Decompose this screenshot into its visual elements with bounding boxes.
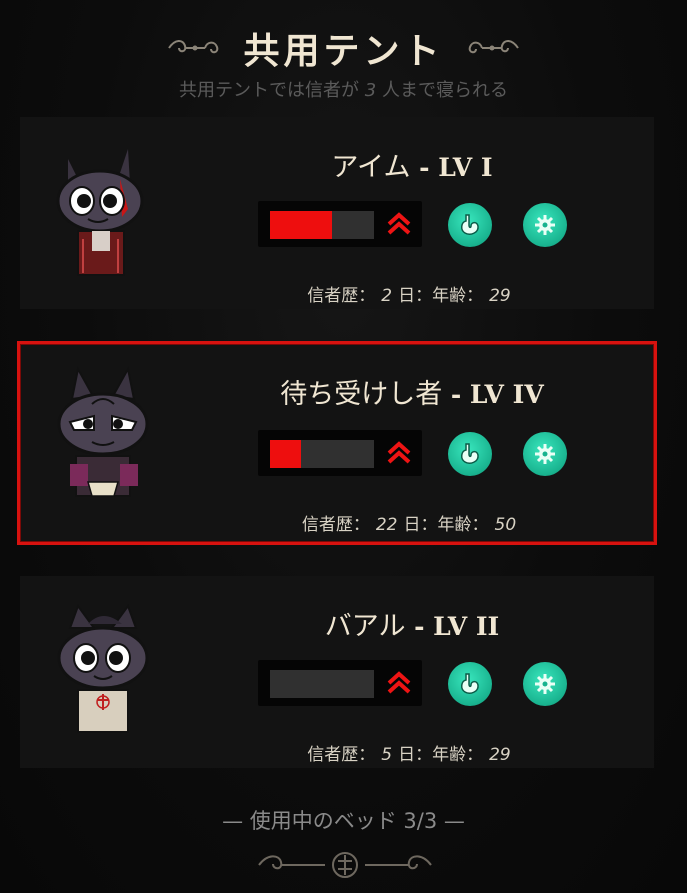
follower-age: 29 [489,745,511,765]
days-age-label: 日：年齢： [398,745,484,765]
stat-bar-track [270,211,374,239]
history-label: 信者歴： [307,286,376,306]
days-age-label: 日：年齢： [403,515,489,535]
follower-days: 2 [381,286,393,306]
follower-stats: 信者歴： 2 日：年齢： 29 [170,281,654,306]
follower-age: 50 [494,515,517,535]
stat-bar [258,430,422,476]
follower-avatar [57,603,149,733]
title-row: 共用テント [0,22,687,74]
gear-glyph-icon [535,674,555,694]
gear-icon[interactable] [523,203,567,247]
follower-name-text: アイム [331,152,411,183]
stat-bar-fill [270,440,302,468]
follower-days: 22 [375,515,398,535]
follower-name: バアル - LV II [170,604,654,643]
stomach-glyph-icon [461,673,479,694]
follower-stats: 信者歴： 22 日：年齢： 50 [170,510,654,535]
gear-glyph-icon [535,215,555,235]
bottom-ornament-icon [258,852,432,878]
subtitle-capacity: 3 [364,80,377,101]
follower-card-selected[interactable]: 待ち受けし者 - LV IV 信者歴： 22 日：年齢： 50 [17,341,657,545]
stat-bar-fill [270,211,333,239]
double-chevron-up-icon[interactable] [386,440,412,466]
follower-avatar [57,366,149,497]
gear-icon[interactable] [523,662,567,706]
left-flourish-icon [168,40,219,54]
follower-level: - LV I [419,153,493,182]
double-chevron-up-icon[interactable] [386,211,412,237]
follower-name: 待ち受けし者 - LV IV [170,372,654,411]
beds-in-use: — 使用中のベッド 3/3 — [222,809,465,833]
stat-bar-track [270,440,374,468]
stat-bar [258,201,422,247]
gear-glyph-icon [535,444,555,464]
follower-avatar [56,149,144,276]
stomach-glyph-icon [461,443,479,464]
stat-bar [258,660,422,706]
history-label: 信者歴： [307,745,376,765]
follower-age: 29 [489,286,511,306]
right-flourish-icon [468,40,519,54]
stomach-icon[interactable] [448,432,492,476]
stomach-icon[interactable] [448,203,492,247]
subtitle-text-post: 人まで寝られる [381,80,508,101]
stomach-icon[interactable] [448,662,492,706]
double-chevron-up-icon[interactable] [386,670,412,696]
follower-card[interactable]: バアル - LV II 信者歴： 5 日：年齢： 29 [20,576,654,768]
stat-bar-track [270,670,374,698]
follower-days: 5 [381,745,393,765]
follower-name-text: 待ち受けし者 [280,379,443,410]
follower-stats: 信者歴： 5 日：年齢： 29 [170,740,654,765]
days-age-label: 日：年齢： [398,286,484,306]
page-title: 共用テント [243,31,444,72]
follower-level: - LV IV [450,380,544,409]
follower-card[interactable]: アイム - LV I 信者歴： 2 日：年齢： 29 [20,117,654,309]
gear-icon[interactable] [523,432,567,476]
subtitle-text-pre: 共用テントでは信者が [179,80,360,101]
follower-level: - LV II [414,612,500,641]
follower-name: アイム - LV I [170,145,654,184]
shared-tent-screen: 共用テント 共用テントでは信者が 3 人まで寝られる アイム - LV I 信者… [0,0,687,893]
page-subtitle: 共用テントでは信者が 3 人まで寝られる [0,76,687,102]
follower-name-text: バアル [324,611,406,642]
history-label: 信者歴： [301,515,370,535]
stomach-glyph-icon [461,214,479,235]
